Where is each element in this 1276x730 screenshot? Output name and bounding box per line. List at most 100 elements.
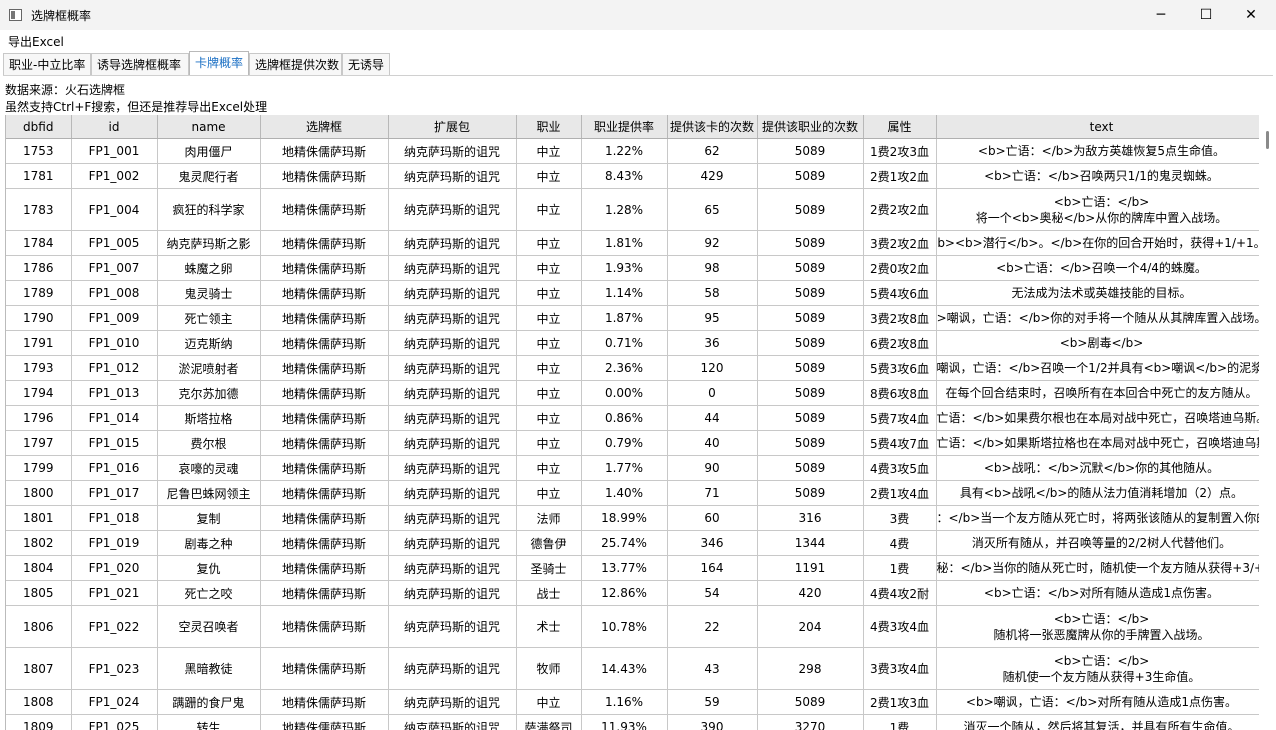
table-cell[interactable]: 5089 [757,230,864,256]
table-cell[interactable]: 纳克萨玛斯的诅咒 [388,188,517,231]
table-cell[interactable]: 萨满祭司 [516,714,582,730]
table-cell[interactable]: 1.14% [581,280,668,306]
minimize-button[interactable]: ─ [1138,0,1184,30]
table-row[interactable]: 1794 FP1_013 克尔苏加德 地精侏儒萨玛斯 纳克萨玛斯的诅咒 中立 0.00% 0 5… [6,380,1260,406]
table-cell[interactable]: 5089 [757,355,864,381]
column-header[interactable]: dbfid [6,115,72,139]
table-cell[interactable]: FP1_012 [71,355,158,381]
table-cell[interactable]: 11.93% [581,714,668,730]
table-cell[interactable]: 1807 [6,647,72,690]
table-cell[interactable]: 复制 [157,505,261,531]
data-grid[interactable]: dbfid id name 选牌框 扩展包 职业 职业提供率 提供该卡的次数 提供该职业的次数属… [5,115,1260,730]
table-cell[interactable]: 3费2攻2血 [863,230,937,256]
table-cell[interactable]: 1费 [863,555,937,581]
scrollbar-thumb[interactable] [1266,131,1269,149]
table-cell[interactable]: 1.40% [581,480,668,506]
table-cell[interactable]: 0.00% [581,380,668,406]
table-cell[interactable]: FP1_016 [71,455,158,481]
table-cell[interactable]: 25.74% [581,530,668,556]
close-button[interactable]: ✕ [1228,0,1274,30]
table-cell[interactable]: 1费 [863,714,937,730]
table-cell[interactable]: FP1_018 [71,505,158,531]
table-cell[interactable]: 在每个回合结束时，召唤所有在本回合中死亡的友方随从。 [936,380,1260,406]
table-cell[interactable]: 5089 [757,480,864,506]
table-cell[interactable]: 1794 [6,380,72,406]
table-row[interactable]: 1799 FP1_016 哀嚎的灵魂 地精侏儒萨玛斯 纳克萨玛斯的诅咒 中立 1.77% 90… [6,455,1260,481]
table-cell[interactable]: 1.22% [581,138,668,164]
table-cell[interactable]: 5089 [757,405,864,431]
table-cell[interactable]: 1799 [6,455,72,481]
table-cell[interactable]: 纳克萨玛斯的诅咒 [388,455,517,481]
table-cell[interactable]: 95 [667,305,758,331]
table-cell[interactable]: 429 [667,163,758,189]
table-cell[interactable]: 8.43% [581,163,668,189]
table-cell[interactable]: <b>亡语：</b> 随机将一张恶魔牌从你的手牌置入战场。 [936,605,1260,648]
table-cell[interactable]: 12.86% [581,580,668,606]
table-cell[interactable]: 地精侏儒萨玛斯 [260,230,389,256]
table-cell[interactable]: 5费3攻6血 [863,355,937,381]
table-cell[interactable]: <b>剧毒</b> [936,330,1260,356]
table-cell[interactable]: 4费3攻4血 [863,605,937,648]
table-cell[interactable]: b><b>潜行</b>。</b>在你的回合开始时，获得+1/+1。 [936,230,1260,256]
table-cell[interactable]: 2费2攻2血 [863,188,937,231]
table-row[interactable]: 1809 FP1_025 转生 地精侏儒萨玛斯 纳克萨玛斯的诅咒 萨满祭司 11.93% 39… [6,714,1260,730]
table-cell[interactable]: 纳克萨玛斯的诅咒 [388,580,517,606]
table-cell[interactable]: 费尔根 [157,430,261,456]
table-cell[interactable]: <b>亡语：</b>为敌方英雄恢复5点生命值。 [936,138,1260,164]
table-cell[interactable]: 纳克萨玛斯的诅咒 [388,405,517,431]
table-cell[interactable]: 纳克萨玛斯的诅咒 [388,380,517,406]
table-cell[interactable]: 地精侏儒萨玛斯 [260,255,389,281]
table-cell[interactable]: 法师 [516,505,582,531]
table-cell[interactable]: 黑暗教徒 [157,647,261,690]
table-cell[interactable]: 13.77% [581,555,668,581]
table-cell[interactable]: 疯狂的科学家 [157,188,261,231]
table-cell[interactable]: 59 [667,689,758,715]
table-cell[interactable]: 纳克萨玛斯的诅咒 [388,647,517,690]
table-cell[interactable]: 剧毒之种 [157,530,261,556]
table-cell[interactable]: 1783 [6,188,72,231]
table-cell[interactable]: 地精侏儒萨玛斯 [260,330,389,356]
table-cell[interactable]: 5089 [757,455,864,481]
table-cell[interactable]: FP1_023 [71,647,158,690]
table-cell[interactable]: 71 [667,480,758,506]
table-row[interactable]: 1791 FP1_010 迈克斯纳 地精侏儒萨玛斯 纳克萨玛斯的诅咒 中立 0.71% 36 5… [6,330,1260,356]
table-cell[interactable]: 中立 [516,480,582,506]
table-cell[interactable]: 1781 [6,163,72,189]
table-cell[interactable]: 地精侏儒萨玛斯 [260,647,389,690]
table-cell[interactable]: 1.77% [581,455,668,481]
table-cell[interactable]: 术士 [516,605,582,648]
table-cell[interactable]: 中立 [516,163,582,189]
table-cell[interactable]: 298 [757,647,864,690]
table-cell[interactable]: 地精侏儒萨玛斯 [260,455,389,481]
table-cell[interactable]: 地精侏儒萨玛斯 [260,138,389,164]
table-cell[interactable]: 纳克萨玛斯的诅咒 [388,689,517,715]
table-cell[interactable]: 1791 [6,330,72,356]
table-cell[interactable]: 6费2攻8血 [863,330,937,356]
table-cell[interactable]: 4费3攻5血 [863,455,937,481]
table-cell[interactable]: 3费2攻8血 [863,305,937,331]
table-cell[interactable]: 2费1攻2血 [863,163,937,189]
table-cell[interactable]: 地精侏儒萨玛斯 [260,405,389,431]
table-cell[interactable]: 蹒跚的食尸鬼 [157,689,261,715]
table-cell[interactable]: 地精侏儒萨玛斯 [260,380,389,406]
table-cell[interactable]: 纳克萨玛斯的诅咒 [388,255,517,281]
table-cell[interactable]: 嘲讽，亡语：</b>召唤一个1/2并具有<b>嘲讽</b>的泥浆怪。 [936,355,1260,381]
table-cell[interactable]: 纳克萨玛斯的诅咒 [388,555,517,581]
table-cell[interactable]: 哀嚎的灵魂 [157,455,261,481]
table-cell[interactable]: 蛛魔之卵 [157,255,261,281]
table-cell[interactable]: 10.78% [581,605,668,648]
table-cell[interactable]: 地精侏儒萨玛斯 [260,530,389,556]
table-cell[interactable]: FP1_005 [71,230,158,256]
column-header[interactable]: 职业提供率 [581,115,668,139]
table-cell[interactable]: FP1_010 [71,330,158,356]
table-row[interactable]: 1800 FP1_017 尼鲁巴蛛网领主 地精侏儒萨玛斯 纳克萨玛斯的诅咒 中立 1.40%… [6,480,1260,506]
table-row[interactable]: 1796 FP1_014 斯塔拉格 地精侏儒萨玛斯 纳克萨玛斯的诅咒 中立 0.86% 44 5… [6,405,1260,431]
table-cell[interactable]: 地精侏儒萨玛斯 [260,505,389,531]
table-cell[interactable]: 中立 [516,330,582,356]
table-cell[interactable]: 120 [667,355,758,381]
table-row[interactable]: 1783 FP1_004 疯狂的科学家 地精侏儒萨玛斯 纳克萨玛斯的诅咒 中立 1.28% 6… [6,188,1260,231]
table-cell[interactable]: <b>亡语：</b>召唤两只1/1的鬼灵蜘蛛。 [936,163,1260,189]
table-cell[interactable]: FP1_007 [71,255,158,281]
table-cell[interactable]: 地精侏儒萨玛斯 [260,714,389,730]
table-cell[interactable]: FP1_015 [71,430,158,456]
